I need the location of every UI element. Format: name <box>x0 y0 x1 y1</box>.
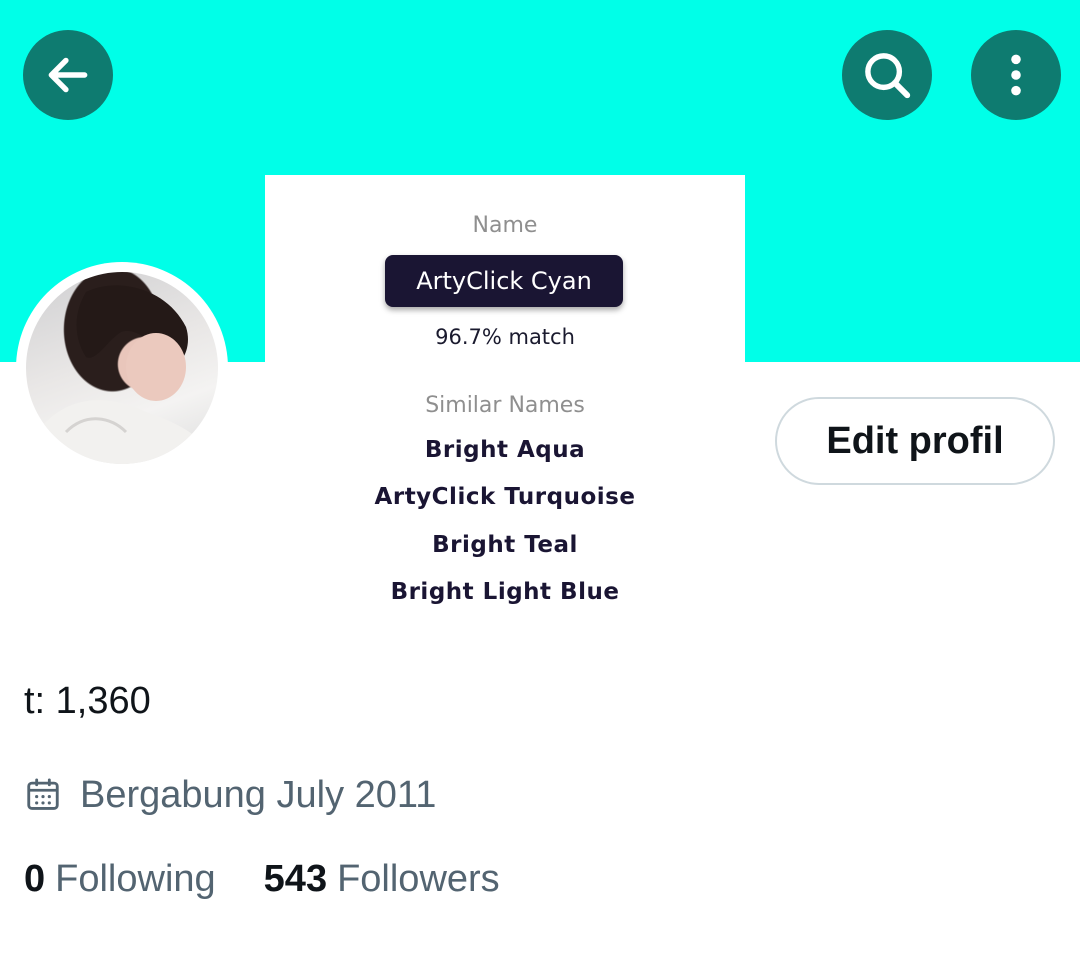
followers-link[interactable]: 543 Followers <box>264 858 500 901</box>
following-link[interactable]: 0 Following <box>24 858 216 901</box>
arrow-left-icon <box>48 57 88 93</box>
followers-count: 543 <box>263 858 328 900</box>
calendar-icon <box>27 778 59 810</box>
color-name-card: Name ArtyClick Cyan 96.7% match Similar … <box>265 175 745 665</box>
joined-date: Bergabung July 2011 <box>24 770 436 820</box>
profile-avatar[interactable] <box>16 262 228 474</box>
more-vertical-icon <box>1011 54 1021 96</box>
similar-name-item: Bright Teal <box>432 532 578 558</box>
joined-text: Bergabung July 2011 <box>80 773 437 816</box>
similar-name-item: Bright Aqua <box>424 437 586 463</box>
similar-names-label: Similar Names <box>425 393 585 418</box>
similar-name-item: Bright Light Blue <box>390 579 620 605</box>
following-count: 0 <box>24 858 46 900</box>
avatar-photo <box>26 272 218 464</box>
color-name-badge: ArtyClick Cyan <box>385 255 623 307</box>
edit-profile-button[interactable]: Edit profil <box>775 397 1055 485</box>
search-button[interactable] <box>842 30 932 120</box>
follow-stats: 0 Following 543 Followers <box>24 858 500 901</box>
match-percentage: 96.7% match <box>435 325 575 349</box>
profile-info-text: t: 1,360 <box>24 680 151 722</box>
back-button[interactable] <box>23 30 113 120</box>
followers-label: Followers <box>337 858 500 900</box>
similar-name-item: ArtyClick Turquoise <box>374 484 636 510</box>
name-label: Name <box>472 213 538 238</box>
more-options-button[interactable] <box>971 30 1061 120</box>
search-icon <box>865 53 911 99</box>
following-label: Following <box>55 858 216 900</box>
